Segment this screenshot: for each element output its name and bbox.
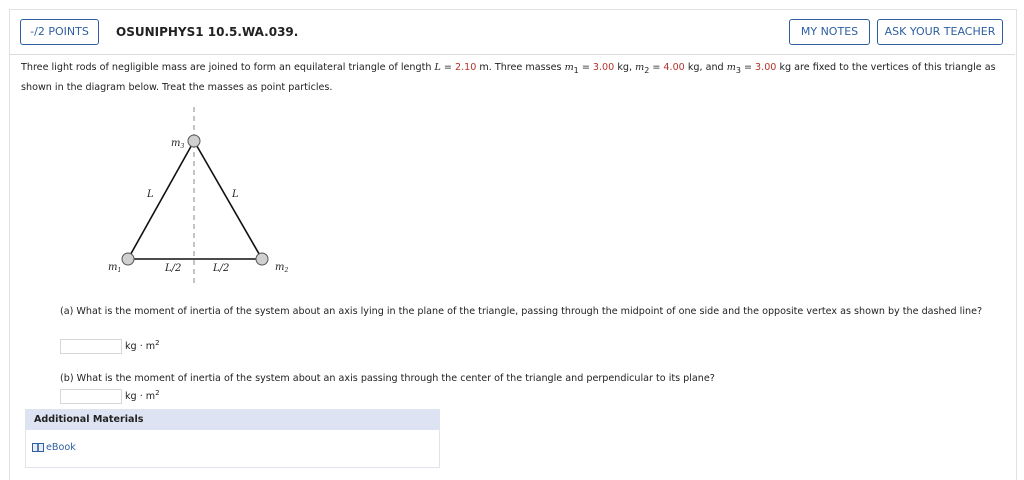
mass2-value: 4.00 [663, 62, 685, 73]
rod-left [127, 140, 195, 260]
label-m1: m1 [108, 262, 121, 274]
ebook-label[interactable]: eBook [46, 442, 76, 453]
part-b-unit: kg · m2 [125, 389, 160, 403]
book-icon [32, 443, 44, 452]
mass1-value: 3.00 [592, 62, 615, 73]
mass-m1 [121, 252, 135, 266]
ask-teacher-button[interactable]: ASK YOUR TEACHER [877, 19, 1003, 45]
rod-right [193, 140, 263, 260]
part-b-question: (b) What is the moment of inertia of the… [60, 373, 715, 384]
question-id: OSUNIPHYS1 10.5.WA.039. [116, 25, 299, 39]
part-a-answer-input[interactable] [60, 339, 122, 354]
part-b-answer-input[interactable] [60, 389, 122, 404]
label-m2: m2 [275, 262, 288, 274]
label-left-side: L [146, 189, 154, 200]
mass3-value: 3.00 [755, 62, 777, 73]
question-header: -/2 POINTS OSUNIPHYS1 10.5.WA.039. MY NO… [9, 9, 1015, 55]
part-a-question: (a) What is the moment of inertia of the… [60, 306, 983, 317]
label-half-right: L/2 [212, 263, 229, 274]
my-notes-button[interactable]: MY NOTES [789, 19, 870, 45]
additional-materials-panel: Additional Materials eBook [25, 409, 440, 468]
label-right-side: L [231, 189, 239, 200]
label-m3: m3 [171, 138, 184, 150]
label-half-left: L/2 [164, 263, 181, 274]
mass-m3 [187, 134, 201, 148]
mass-m2 [255, 252, 269, 266]
points-button[interactable]: -/2 POINTS [20, 19, 99, 45]
part-a-unit: kg · m2 [125, 339, 160, 353]
triangle-diagram: m3 m1 m2 L L L/2 L/2 [108, 107, 288, 286]
additional-materials-title: Additional Materials [26, 410, 439, 430]
length-value: 2.10 [454, 62, 477, 73]
ebook-link[interactable]: eBook [32, 442, 76, 453]
problem-statement: Three light rods of negligible mass are … [21, 62, 996, 93]
